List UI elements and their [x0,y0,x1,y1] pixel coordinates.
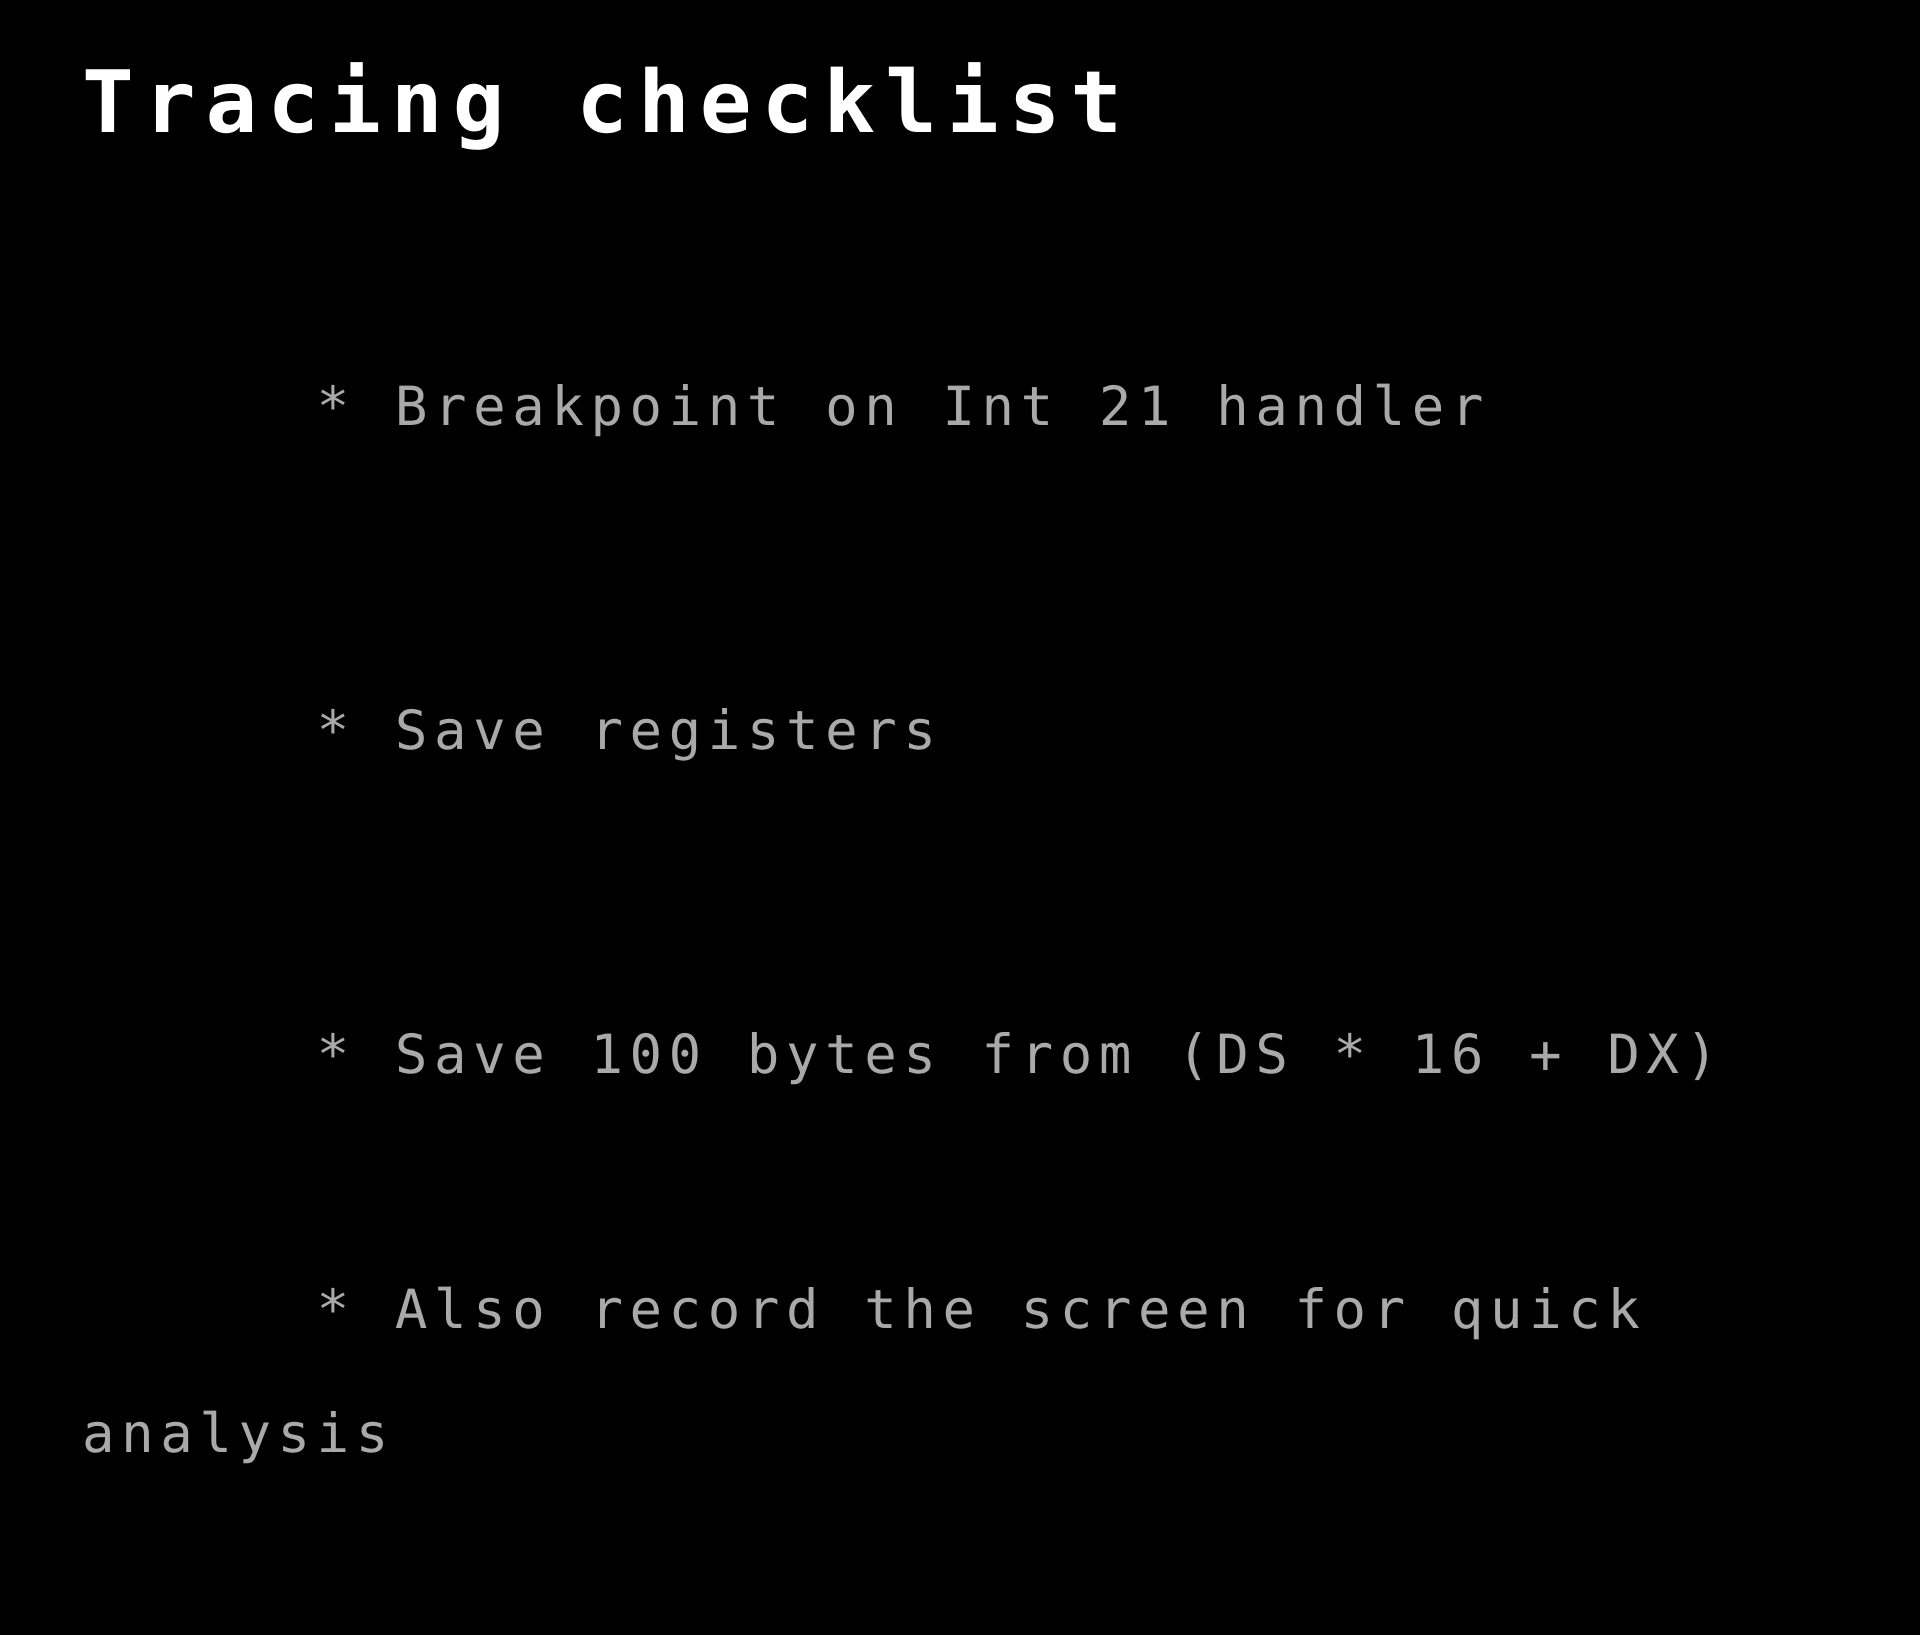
list-item: * Save 100 bytes from (DS * 16 + DX) [82,893,1882,1217]
checklist-list: * Breakpoint on Int 21 handler * Save re… [82,245,1882,1635]
list-item: * Breakpoint on Int 21 handler [82,245,1882,569]
list-item-text-continuation: analysis [82,1402,395,1465]
list-item: * Also record the screen for quick analy… [82,1217,1882,1589]
page-title: Tracing checklist [82,53,1133,153]
list-item-text: * Save registers [316,699,943,762]
list-item-text: * Breakpoint on Int 21 handler [316,375,1490,438]
list-item-text: * Also record the screen for quick [316,1278,1647,1341]
list-item-text: * Save 100 bytes from (DS * 16 + DX) [316,1023,1725,1086]
list-item: * Save registers [82,569,1882,893]
presentation-slide: Tracing checklist * Breakpoint on Int 21… [0,0,1920,1465]
